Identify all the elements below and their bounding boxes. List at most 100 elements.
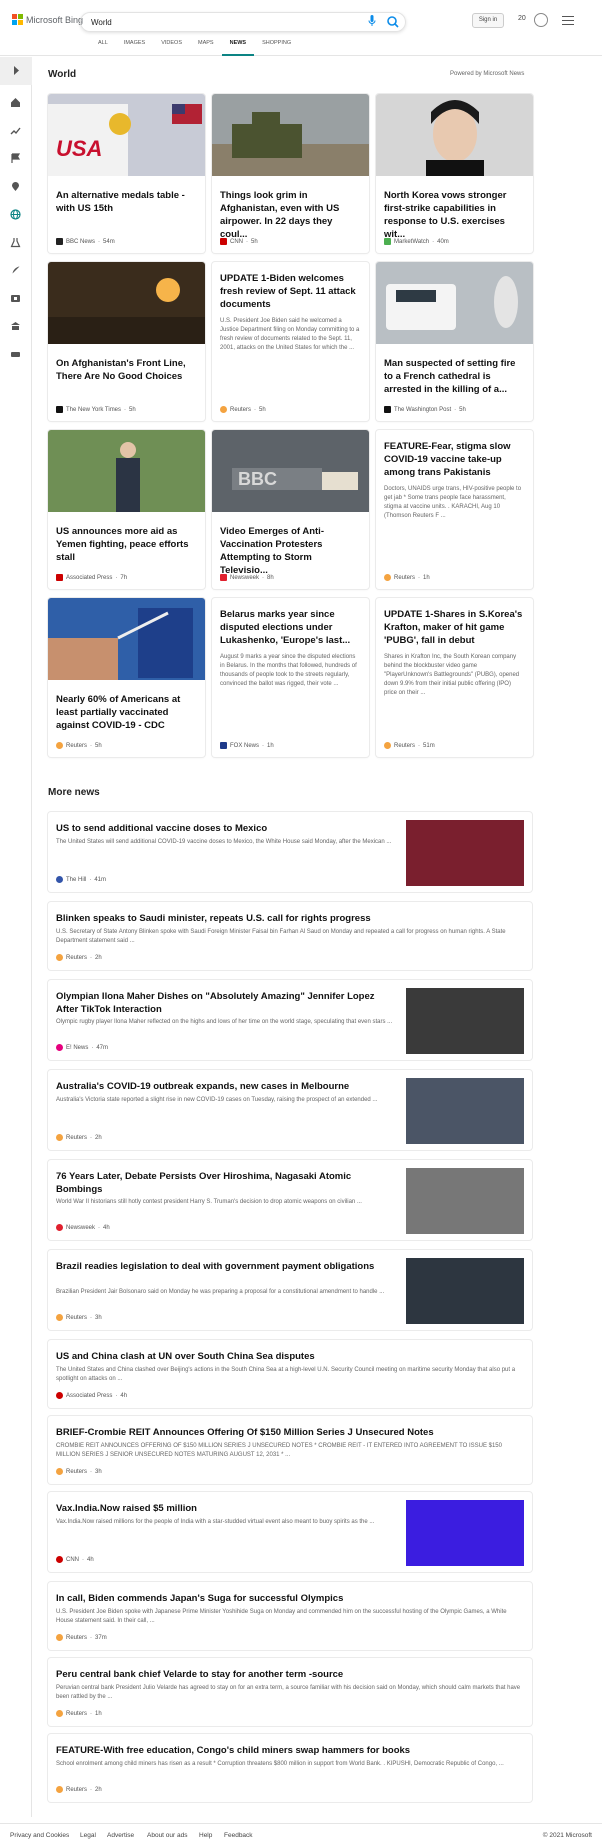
more-news-item[interactable]: Olympian Ilona Maher Dishes on "Absolute…: [48, 980, 532, 1060]
news-title[interactable]: BRIEF-Crombie REIT Announces Offering Of…: [56, 1426, 522, 1439]
news-card[interactable]: US announces more aid as Yemen fighting,…: [48, 430, 205, 589]
card-image: [376, 94, 533, 176]
search-input[interactable]: World: [80, 12, 406, 32]
bing-logo[interactable]: Microsoft Bing: [12, 14, 83, 25]
privacy-link[interactable]: Privacy and Cookies: [10, 1832, 69, 1839]
news-title[interactable]: Australia's COVID-19 outbreak expands, n…: [56, 1080, 396, 1093]
more-news-item[interactable]: FEATURE-With free education, Congo's chi…: [48, 1734, 532, 1802]
trending-icon[interactable]: [10, 125, 21, 136]
news-thumbnail[interactable]: [406, 1258, 524, 1324]
news-card[interactable]: On Afghanistan's Front Line, There Are N…: [48, 262, 205, 421]
more-news-item[interactable]: Vax.India.Now raised $5 million Vax.India…: [48, 1492, 532, 1572]
news-summary: World War II historians still hotly cont…: [56, 1199, 362, 1205]
news-title[interactable]: Brazil readies legislation to deal with …: [56, 1260, 396, 1273]
more-news-item[interactable]: Brazil readies legislation to deal with …: [48, 1250, 532, 1330]
news-card[interactable]: Man suspected of setting fire to a Frenc…: [376, 262, 533, 421]
source-name: Reuters: [66, 1710, 88, 1717]
powered-by[interactable]: Powered by Microsoft News: [450, 71, 524, 77]
microphone-icon[interactable]: [368, 15, 376, 27]
news-thumbnail[interactable]: [406, 1078, 524, 1144]
news-card[interactable]: UPDATE 1-Biden welcomes fresh review of …: [212, 262, 369, 421]
card-source: MarketWatch · 40m: [384, 238, 449, 245]
home-icon[interactable]: [10, 97, 21, 108]
source-name: Associated Press: [66, 1392, 113, 1399]
location-icon[interactable]: [10, 181, 21, 192]
source-logo-icon: [56, 1044, 63, 1051]
news-title[interactable]: Vax.India.Now raised $5 million: [56, 1502, 396, 1515]
news-thumbnail[interactable]: [406, 1500, 524, 1566]
more-news-item[interactable]: BRIEF-Crombie REIT Announces Offering Of…: [48, 1416, 532, 1484]
tab-all[interactable]: ALL: [90, 40, 116, 56]
source-name: MarketWatch: [394, 238, 430, 245]
source-name: Newsweek: [230, 574, 260, 581]
news-card[interactable]: UPDATE 1-Shares in S.Korea's Krafton, ma…: [376, 598, 533, 757]
flag-icon[interactable]: [10, 153, 21, 164]
age: 1h: [95, 1710, 102, 1717]
source-name: Reuters: [230, 406, 252, 413]
news-card[interactable]: Things look grim in Afghanistan, even wi…: [212, 94, 369, 253]
news-source: Reuters · 2h: [56, 1786, 102, 1793]
more-news-item[interactable]: Peru central bank chief Velarde to stay …: [48, 1658, 532, 1726]
search-icon[interactable]: [384, 13, 402, 31]
source-logo-icon: [56, 1556, 63, 1563]
globe-icon[interactable]: [10, 209, 21, 220]
about-ads-link[interactable]: About our ads: [147, 1832, 187, 1839]
news-source: Newsweek · 4h: [56, 1224, 110, 1231]
card-title: FEATURE-Fear, stigma slow COVID-19 vacci…: [384, 441, 511, 478]
news-title[interactable]: FEATURE-With free education, Congo's chi…: [56, 1744, 522, 1757]
more-news-item[interactable]: In call, Biden commends Japan's Suga for…: [48, 1582, 532, 1650]
news-card[interactable]: USA An alternative medals table - with U…: [48, 94, 205, 253]
copyright: © 2021 Microsoft: [542, 1832, 592, 1839]
news-card[interactable]: BBC Video Emerges of Anti-Vaccination Pr…: [212, 430, 369, 589]
news-source: The Hill · 41m: [56, 876, 106, 883]
tab-videos[interactable]: VIDEOS: [153, 40, 190, 56]
news-thumbnail[interactable]: [406, 820, 524, 886]
news-title[interactable]: Peru central bank chief Velarde to stay …: [56, 1668, 522, 1681]
age: 5h: [459, 406, 466, 413]
tab-maps[interactable]: MAPS: [190, 40, 222, 56]
news-thumbnail[interactable]: [406, 988, 524, 1054]
more-news-item[interactable]: 76 Years Later, Debate Persists Over Hir…: [48, 1160, 532, 1240]
rocket-icon[interactable]: [10, 265, 21, 276]
science-icon[interactable]: [10, 237, 21, 248]
news-title[interactable]: Olympian Ilona Maher Dishes on "Absolute…: [56, 990, 396, 1016]
news-title[interactable]: US to send additional vaccine doses to M…: [56, 822, 396, 835]
rewards-icon[interactable]: [534, 13, 548, 27]
age: 2h: [95, 1786, 102, 1793]
sign-in-button[interactable]: Sign in: [472, 13, 504, 28]
source-logo-icon: [384, 238, 391, 245]
legal-link[interactable]: Legal: [80, 1832, 96, 1839]
more-news-item[interactable]: US and China clash at UN over South Chin…: [48, 1340, 532, 1408]
money-icon[interactable]: [10, 349, 21, 360]
news-title[interactable]: 76 Years Later, Debate Persists Over Hir…: [56, 1170, 396, 1196]
rewards-count[interactable]: 20: [518, 15, 526, 22]
tab-news[interactable]: NEWS: [221, 40, 255, 56]
news-card[interactable]: Nearly 60% of Americans at least partial…: [48, 598, 205, 757]
expand-rail-button[interactable]: [0, 57, 32, 85]
more-news-item[interactable]: US to send additional vaccine doses to M…: [48, 812, 532, 892]
news-title[interactable]: Blinken speaks to Saudi minister, repeat…: [56, 912, 522, 925]
card-title: UPDATE 1-Biden welcomes fresh review of …: [220, 273, 356, 310]
news-card[interactable]: North Korea vows stronger first-strike c…: [376, 94, 533, 253]
source-name: Reuters: [66, 954, 88, 961]
tab-shopping[interactable]: SHOPPING: [254, 40, 299, 56]
help-link[interactable]: Help: [199, 1832, 212, 1839]
tab-images[interactable]: IMAGES: [116, 40, 153, 56]
feedback-link[interactable]: Feedback: [224, 1832, 253, 1839]
news-title[interactable]: US and China clash at UN over South Chin…: [56, 1350, 522, 1363]
news-thumbnail[interactable]: [406, 1168, 524, 1234]
card-title: Things look grim in Afghanistan, even wi…: [220, 190, 340, 239]
news-card[interactable]: Belarus marks year since disputed electi…: [212, 598, 369, 757]
source-name: Reuters: [394, 742, 416, 749]
source-name: Reuters: [66, 742, 88, 749]
more-news-item[interactable]: Australia's COVID-19 outbreak expands, n…: [48, 1070, 532, 1150]
more-news-item[interactable]: Blinken speaks to Saudi minister, repeat…: [48, 902, 532, 970]
news-title[interactable]: In call, Biden commends Japan's Suga for…: [56, 1592, 522, 1605]
politics-icon[interactable]: [10, 321, 21, 332]
film-icon[interactable]: [10, 293, 21, 304]
menu-icon[interactable]: [562, 16, 574, 25]
source-name: The Hill: [66, 876, 87, 883]
age: 2h: [95, 954, 102, 961]
news-card[interactable]: FEATURE-Fear, stigma slow COVID-19 vacci…: [376, 430, 533, 589]
advertise-link[interactable]: Advertise: [107, 1832, 134, 1839]
